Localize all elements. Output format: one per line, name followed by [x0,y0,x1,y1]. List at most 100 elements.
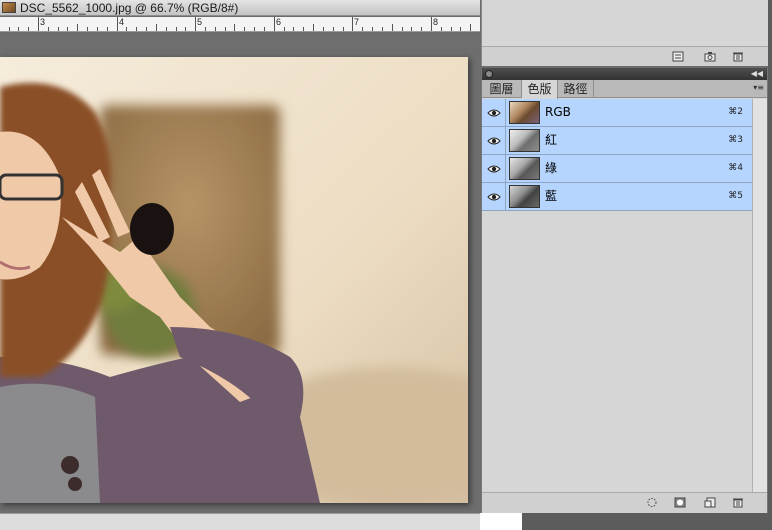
panel-titlebar[interactable]: ◀◀ [482,68,767,80]
load-selection-icon[interactable] [646,497,658,508]
channel-name: 藍 [545,189,558,203]
history-panel-footer [482,46,768,66]
new-channel-icon[interactable] [704,497,716,508]
ruler-tick [205,27,206,31]
photo-image [0,57,468,503]
ruler-number: 6 [276,17,282,27]
ruler-number: 3 [40,17,46,27]
ruler-tick [402,27,403,31]
tab-channels[interactable]: 色版 [522,80,558,99]
status-bar-spacer [480,513,522,530]
ruler-tick [431,17,432,31]
channels-panel-footer [482,492,767,513]
ruler-tick [87,27,88,31]
channel-thumbnail [509,157,540,180]
ruler-tick [293,27,294,31]
ruler-tick [77,24,78,31]
visibility-eye-icon[interactable] [482,127,506,154]
camera-snapshot-icon[interactable] [704,51,716,62]
ruler-tick [18,27,19,31]
ruler-tick [254,27,255,31]
tab-paths[interactable]: 路徑 [558,80,594,98]
ruler-tick [460,27,461,31]
ruler-number: 5 [197,17,203,27]
horizontal-ruler[interactable]: 3 4 5 6 7 8 [0,17,480,32]
trash-icon[interactable] [732,51,744,62]
ruler-tick [244,27,245,31]
ruler-tick [451,27,452,31]
channel-thumbnail [509,101,540,124]
ruler-tick [372,27,373,31]
ruler-tick [67,27,68,31]
ruler-tick [156,24,157,31]
ruler-tick [303,27,304,31]
ruler-tick [343,27,344,31]
canvas-area[interactable] [0,33,480,513]
channel-row[interactable]: RGB ⌘2 [482,99,753,127]
workspace-edge [522,513,772,530]
visibility-eye-icon[interactable] [482,155,506,182]
window-edge [768,0,772,530]
document-title: DSC_5562_1000.jpg @ 66.7% (RGB/8#) [20,1,239,15]
ruler-tick [58,27,59,31]
ruler-tick [28,27,29,31]
ruler-tick [362,27,363,31]
ruler-tick [284,27,285,31]
channel-shortcut: ⌘3 [728,135,743,145]
close-panel-icon[interactable] [485,70,493,78]
ruler-tick [323,27,324,31]
channel-shortcut: ⌘2 [728,107,743,117]
ruler-tick [97,27,98,31]
ruler-tick [274,17,275,31]
status-bar [0,513,480,530]
trash-icon[interactable] [732,497,744,508]
channel-list: RGB ⌘2 紅 ⌘3 綠 ⌘4 藍 ⌘5 [482,99,753,211]
ruler-tick [107,27,108,31]
channel-row[interactable]: 綠 ⌘4 [482,155,753,183]
panel-menu-icon[interactable]: ▾≡ [753,83,764,92]
ruler-tick [117,17,118,31]
ruler-number: 8 [433,17,439,27]
ruler-tick [195,17,196,31]
document-tab[interactable]: DSC_5562_1000.jpg @ 66.7% (RGB/8#) [0,0,480,16]
channel-shortcut: ⌘4 [728,163,743,173]
ruler-tick [313,24,314,31]
panel-options-icon[interactable] [672,51,684,62]
channel-row[interactable]: 藍 ⌘5 [482,183,753,211]
channel-row[interactable]: 紅 ⌘3 [482,127,753,155]
ruler-tick [421,27,422,31]
panel-tabs: 圖層 色版 路徑 ▾≡ [482,80,767,99]
history-panel [481,0,768,66]
ruler-tick [9,27,10,31]
tab-layers[interactable]: 圖層 [482,80,522,98]
channel-name: RGB [545,105,571,119]
ruler-tick [166,27,167,31]
ruler-tick [215,27,216,31]
ruler-tick [411,27,412,31]
channel-thumbnail [509,185,540,208]
ruler-tick [185,27,186,31]
ruler-tick [48,27,49,31]
ruler-tick [333,27,334,31]
visibility-eye-icon[interactable] [482,99,506,126]
ruler-tick [264,27,265,31]
ruler-tick [470,24,471,31]
ruler-tick [176,27,177,31]
ruler-tick [352,17,353,31]
ruler-tick [392,24,393,31]
ruler-tick [441,27,442,31]
save-selection-mask-icon[interactable] [674,497,686,508]
ruler-tick [234,24,235,31]
ruler-tick [136,27,137,31]
channel-thumbnail [509,129,540,152]
document-icon [2,2,16,13]
visibility-eye-icon[interactable] [482,183,506,210]
channels-panel: ◀◀ 圖層 色版 路徑 ▾≡ RGB ⌘2 紅 ⌘3 綠 ⌘4 藍 ⌘5 [481,68,768,513]
ruler-tick [382,27,383,31]
collapse-icon[interactable]: ◀◀ [751,68,763,80]
ruler-number: 7 [354,17,360,27]
ruler-tick [126,27,127,31]
channel-name: 綠 [545,161,558,175]
scrollbar[interactable] [752,99,767,492]
channel-name: 紅 [545,133,558,147]
